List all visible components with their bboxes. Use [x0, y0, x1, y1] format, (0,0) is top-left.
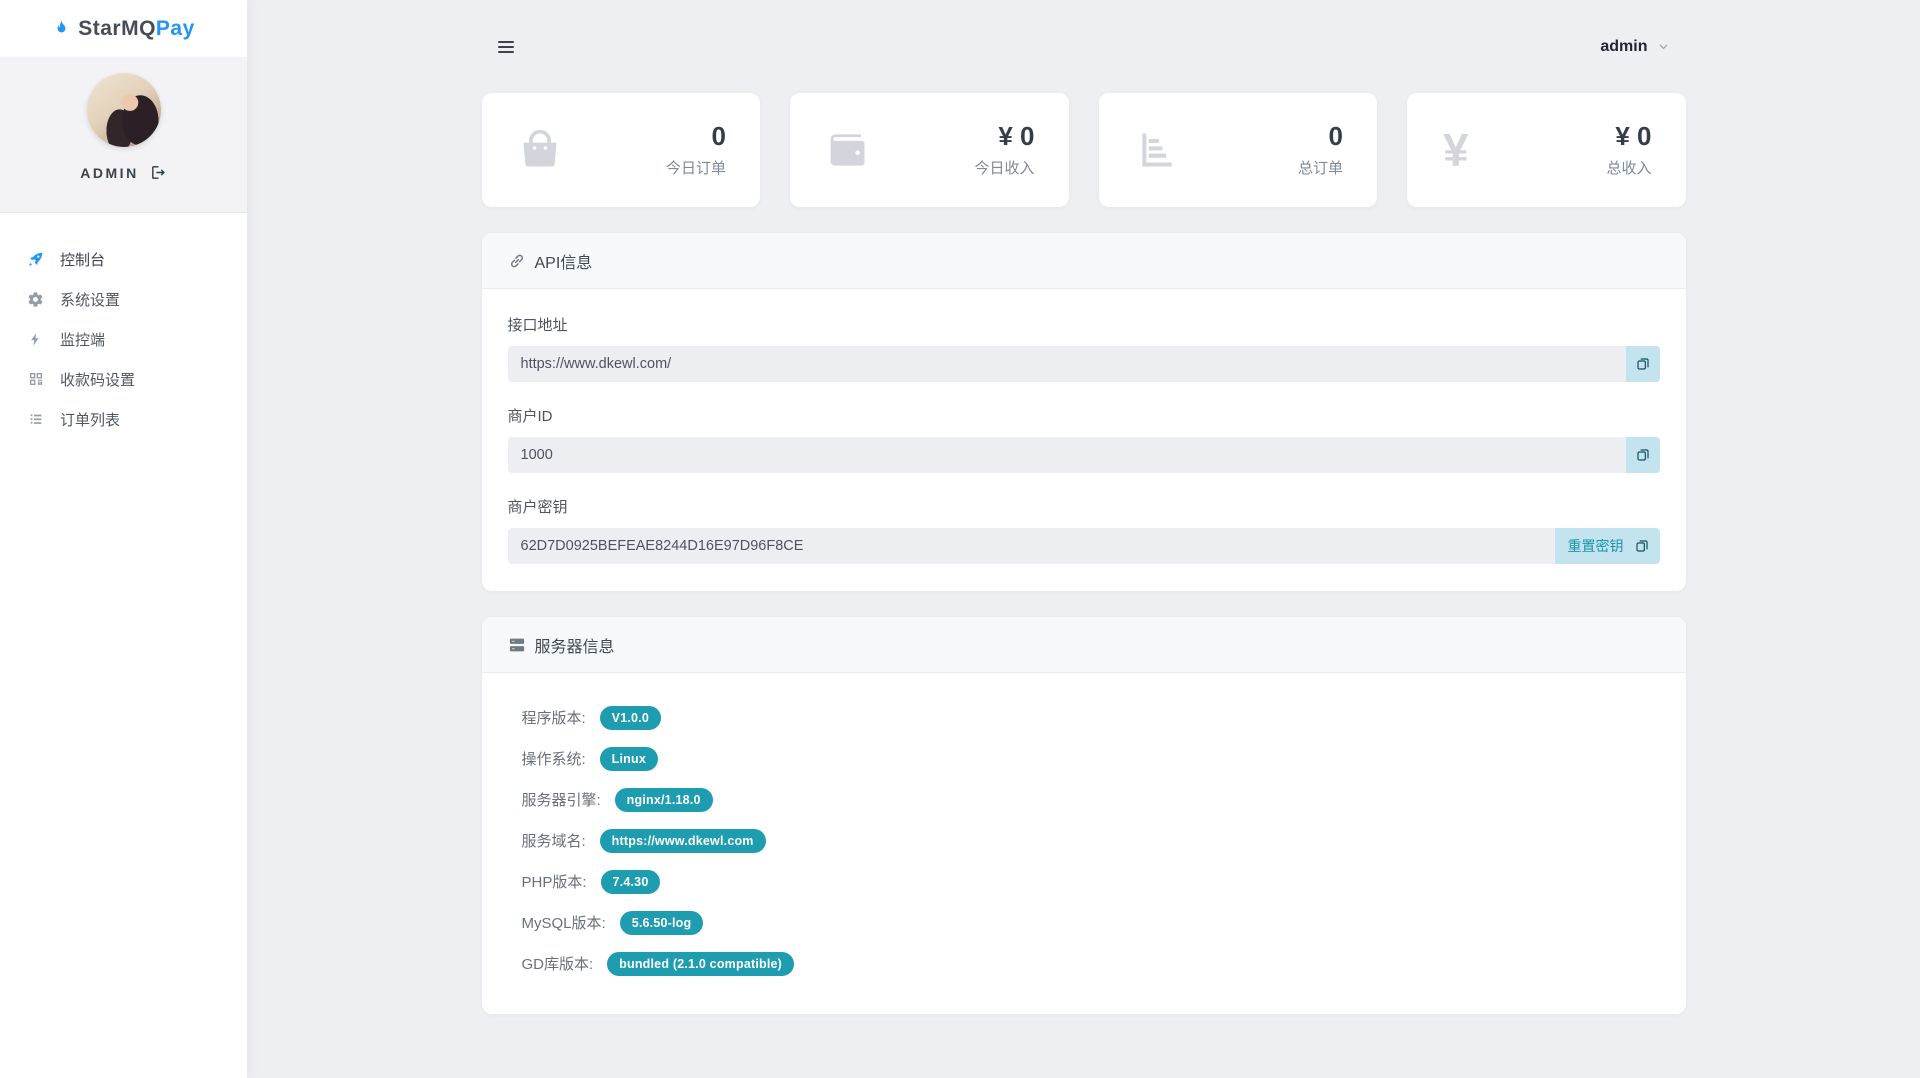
- brand-logo: StarMQPay: [0, 0, 247, 57]
- server-row-os: 操作系统: Linux: [522, 738, 1660, 779]
- server-label: 操作系统:: [522, 748, 586, 769]
- version-badge: 5.6.50-log: [620, 911, 704, 935]
- sidebar-item-monitor[interactable]: 监控端: [0, 319, 247, 359]
- stat-cards: 0 今日订单 ¥ 0 今日收入 0 总订单: [482, 93, 1686, 207]
- stat-label: 今日订单: [666, 157, 726, 178]
- card-title: 服务器信息: [535, 633, 615, 657]
- profile-section: ADMIN: [0, 57, 247, 213]
- sidebar-item-qrcode-settings[interactable]: 收款码设置: [0, 359, 247, 399]
- link-icon: [508, 252, 526, 270]
- server-row-engine: 服务器引擎: nginx/1.18.0: [522, 779, 1660, 820]
- server-row-mysql: MySQL版本: 5.6.50-log: [522, 902, 1660, 943]
- topbar: admin: [482, 0, 1686, 93]
- stat-card-total-income: ¥ ¥ 0 总收入: [1407, 93, 1686, 207]
- stat-label: 总订单: [1298, 157, 1343, 178]
- stat-value: ¥ 0: [974, 122, 1034, 151]
- sidebar-item-label: 控制台: [60, 249, 105, 270]
- sidebar-item-label: 监控端: [60, 329, 105, 350]
- reset-key-button[interactable]: 重置密钥: [1568, 536, 1624, 556]
- stat-card-total-orders: 0 总订单: [1099, 93, 1378, 207]
- server-row-php: PHP版本: 7.4.30: [522, 861, 1660, 902]
- server-label: 服务域名:: [522, 830, 586, 851]
- api-field-endpoint: 接口地址: [508, 314, 1660, 382]
- username: admin: [1600, 38, 1647, 56]
- avatar: [87, 73, 161, 147]
- version-badge: V1.0.0: [600, 706, 661, 730]
- endpoint-input[interactable]: [508, 346, 1626, 382]
- version-badge: 7.4.30: [601, 870, 661, 894]
- main-area: admin 0 今日订单: [247, 0, 1920, 1078]
- sidebar-item-label: 系统设置: [60, 289, 120, 310]
- stat-label: 今日收入: [974, 157, 1034, 178]
- version-badge: https://www.dkewl.com: [600, 829, 766, 853]
- copy-button[interactable]: [1626, 346, 1660, 382]
- sidebar-item-system-settings[interactable]: 系统设置: [0, 279, 247, 319]
- sidebar-item-dashboard[interactable]: 控制台: [0, 239, 247, 279]
- merchant-id-input[interactable]: [508, 437, 1626, 473]
- brand-name: StarMQPay: [78, 17, 195, 41]
- api-info-card: API信息 接口地址 商户ID: [482, 233, 1686, 591]
- logout-icon[interactable]: [150, 164, 167, 181]
- merchant-key-input[interactable]: [508, 528, 1555, 564]
- stat-value: 0: [1298, 122, 1343, 151]
- key-actions: 重置密钥: [1555, 528, 1660, 564]
- sidebar-item-label: 订单列表: [60, 409, 120, 430]
- copy-button[interactable]: [1626, 437, 1660, 473]
- version-badge: Linux: [600, 747, 658, 771]
- profile-name: ADMIN: [80, 165, 138, 181]
- version-badge: nginx/1.18.0: [615, 788, 713, 812]
- menu-toggle-icon[interactable]: [498, 37, 514, 57]
- list-icon: [26, 411, 45, 427]
- wallet-icon: [826, 128, 870, 172]
- server-label: 服务器引擎:: [522, 789, 601, 810]
- server-label: PHP版本:: [522, 871, 587, 892]
- api-card-header: API信息: [482, 233, 1686, 289]
- chevron-down-icon: [1657, 40, 1670, 53]
- server-row-domain: 服务域名: https://www.dkewl.com: [522, 820, 1660, 861]
- api-field-merchant-id: 商户ID: [508, 405, 1660, 473]
- flame-icon: [52, 19, 71, 38]
- sidebar-nav: 控制台 系统设置 监控端 收款码设置 订单列表: [0, 213, 247, 439]
- server-card-header: 服务器信息: [482, 617, 1686, 673]
- gear-icon: [26, 291, 45, 308]
- chart-icon: [1135, 128, 1179, 172]
- stat-card-today-orders: 0 今日订单: [482, 93, 761, 207]
- stat-value: ¥ 0: [1606, 122, 1651, 151]
- sidebar: StarMQPay ADMIN 控制台 系统设置 监控端: [0, 0, 247, 1078]
- server-label: GD库版本:: [522, 953, 594, 974]
- yen-icon: ¥: [1443, 127, 1469, 173]
- copy-button[interactable]: [1634, 538, 1650, 554]
- bag-icon: [518, 128, 562, 172]
- version-badge: bundled (2.1.0 compatible): [607, 952, 794, 976]
- api-field-merchant-key: 商户密钥 重置密钥: [508, 496, 1660, 564]
- qrcode-icon: [26, 371, 45, 387]
- card-title: API信息: [535, 249, 593, 273]
- server-row-program-version: 程序版本: V1.0.0: [522, 697, 1660, 738]
- server-info-card: 服务器信息 程序版本: V1.0.0 操作系统: Linux 服务器引擎: ng…: [482, 617, 1686, 1014]
- bolt-icon: [26, 331, 45, 348]
- field-label: 商户密钥: [508, 496, 1660, 517]
- server-icon: [508, 636, 526, 654]
- server-label: MySQL版本:: [522, 912, 606, 933]
- user-dropdown[interactable]: admin: [1600, 38, 1669, 56]
- stat-value: 0: [666, 122, 726, 151]
- sidebar-item-order-list[interactable]: 订单列表: [0, 399, 247, 439]
- sidebar-item-label: 收款码设置: [60, 369, 135, 390]
- server-label: 程序版本:: [522, 707, 586, 728]
- stat-card-today-income: ¥ 0 今日收入: [790, 93, 1069, 207]
- field-label: 接口地址: [508, 314, 1660, 335]
- server-row-gd: GD库版本: bundled (2.1.0 compatible): [522, 943, 1660, 984]
- rocket-icon: [26, 251, 45, 268]
- field-label: 商户ID: [508, 405, 1660, 426]
- stat-label: 总收入: [1606, 157, 1651, 178]
